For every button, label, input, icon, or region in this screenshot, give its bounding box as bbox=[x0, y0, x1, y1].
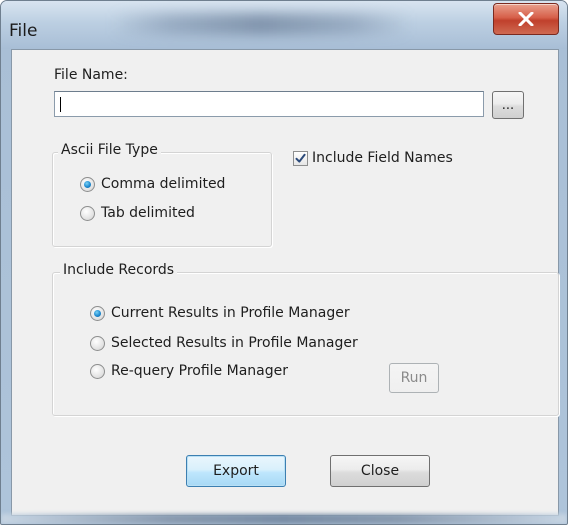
export-button[interactable]: Export bbox=[186, 455, 286, 487]
ascii-file-type-group bbox=[52, 152, 272, 247]
radio-selected-results[interactable]: Selected Results in Profile Manager bbox=[90, 335, 358, 351]
include-records-label: Include Records bbox=[60, 262, 178, 278]
check-icon bbox=[295, 153, 306, 164]
radio-current-results[interactable]: Current Results in Profile Manager bbox=[90, 305, 350, 321]
file-name-input[interactable] bbox=[54, 91, 484, 117]
close-button[interactable]: Close bbox=[330, 455, 430, 487]
run-button[interactable]: Run bbox=[389, 363, 439, 393]
radio-requery-label: Re-query Profile Manager bbox=[111, 363, 288, 379]
radio-requery-profile-manager[interactable]: Re-query Profile Manager bbox=[90, 363, 288, 379]
dialog-content: File Name: ... Ascii File Type Comma del… bbox=[11, 49, 559, 516]
window-bottom-frame bbox=[1, 514, 567, 524]
radio-circle-icon bbox=[90, 335, 105, 351]
text-caret bbox=[60, 97, 61, 112]
radio-dot-icon bbox=[90, 305, 105, 321]
checkbox-box bbox=[293, 150, 308, 166]
radio-dot-icon bbox=[80, 176, 95, 192]
radio-circle-icon bbox=[90, 363, 105, 379]
file-dialog-window: File File Name: ... Ascii File Type Comm… bbox=[0, 0, 568, 525]
radio-comma-delimited-label: Comma delimited bbox=[101, 176, 226, 192]
file-name-label: File Name: bbox=[54, 67, 128, 83]
radio-comma-delimited[interactable]: Comma delimited bbox=[80, 176, 225, 192]
ascii-file-type-label: Ascii File Type bbox=[58, 142, 161, 158]
title-bar[interactable]: File bbox=[1, 1, 567, 49]
window-close-button[interactable] bbox=[493, 3, 559, 35]
include-field-names-label: Include Field Names bbox=[312, 150, 453, 166]
radio-tab-delimited-label: Tab delimited bbox=[101, 205, 195, 221]
title-bar-background bbox=[111, 13, 411, 35]
include-field-names-checkbox[interactable]: Include Field Names bbox=[293, 150, 453, 166]
window-title: File bbox=[9, 21, 38, 41]
radio-circle-icon bbox=[80, 205, 95, 221]
radio-tab-delimited[interactable]: Tab delimited bbox=[80, 205, 195, 221]
browse-button[interactable]: ... bbox=[492, 91, 524, 119]
radio-selected-results-label: Selected Results in Profile Manager bbox=[111, 335, 358, 351]
radio-current-results-label: Current Results in Profile Manager bbox=[111, 305, 350, 321]
close-icon bbox=[518, 12, 534, 26]
